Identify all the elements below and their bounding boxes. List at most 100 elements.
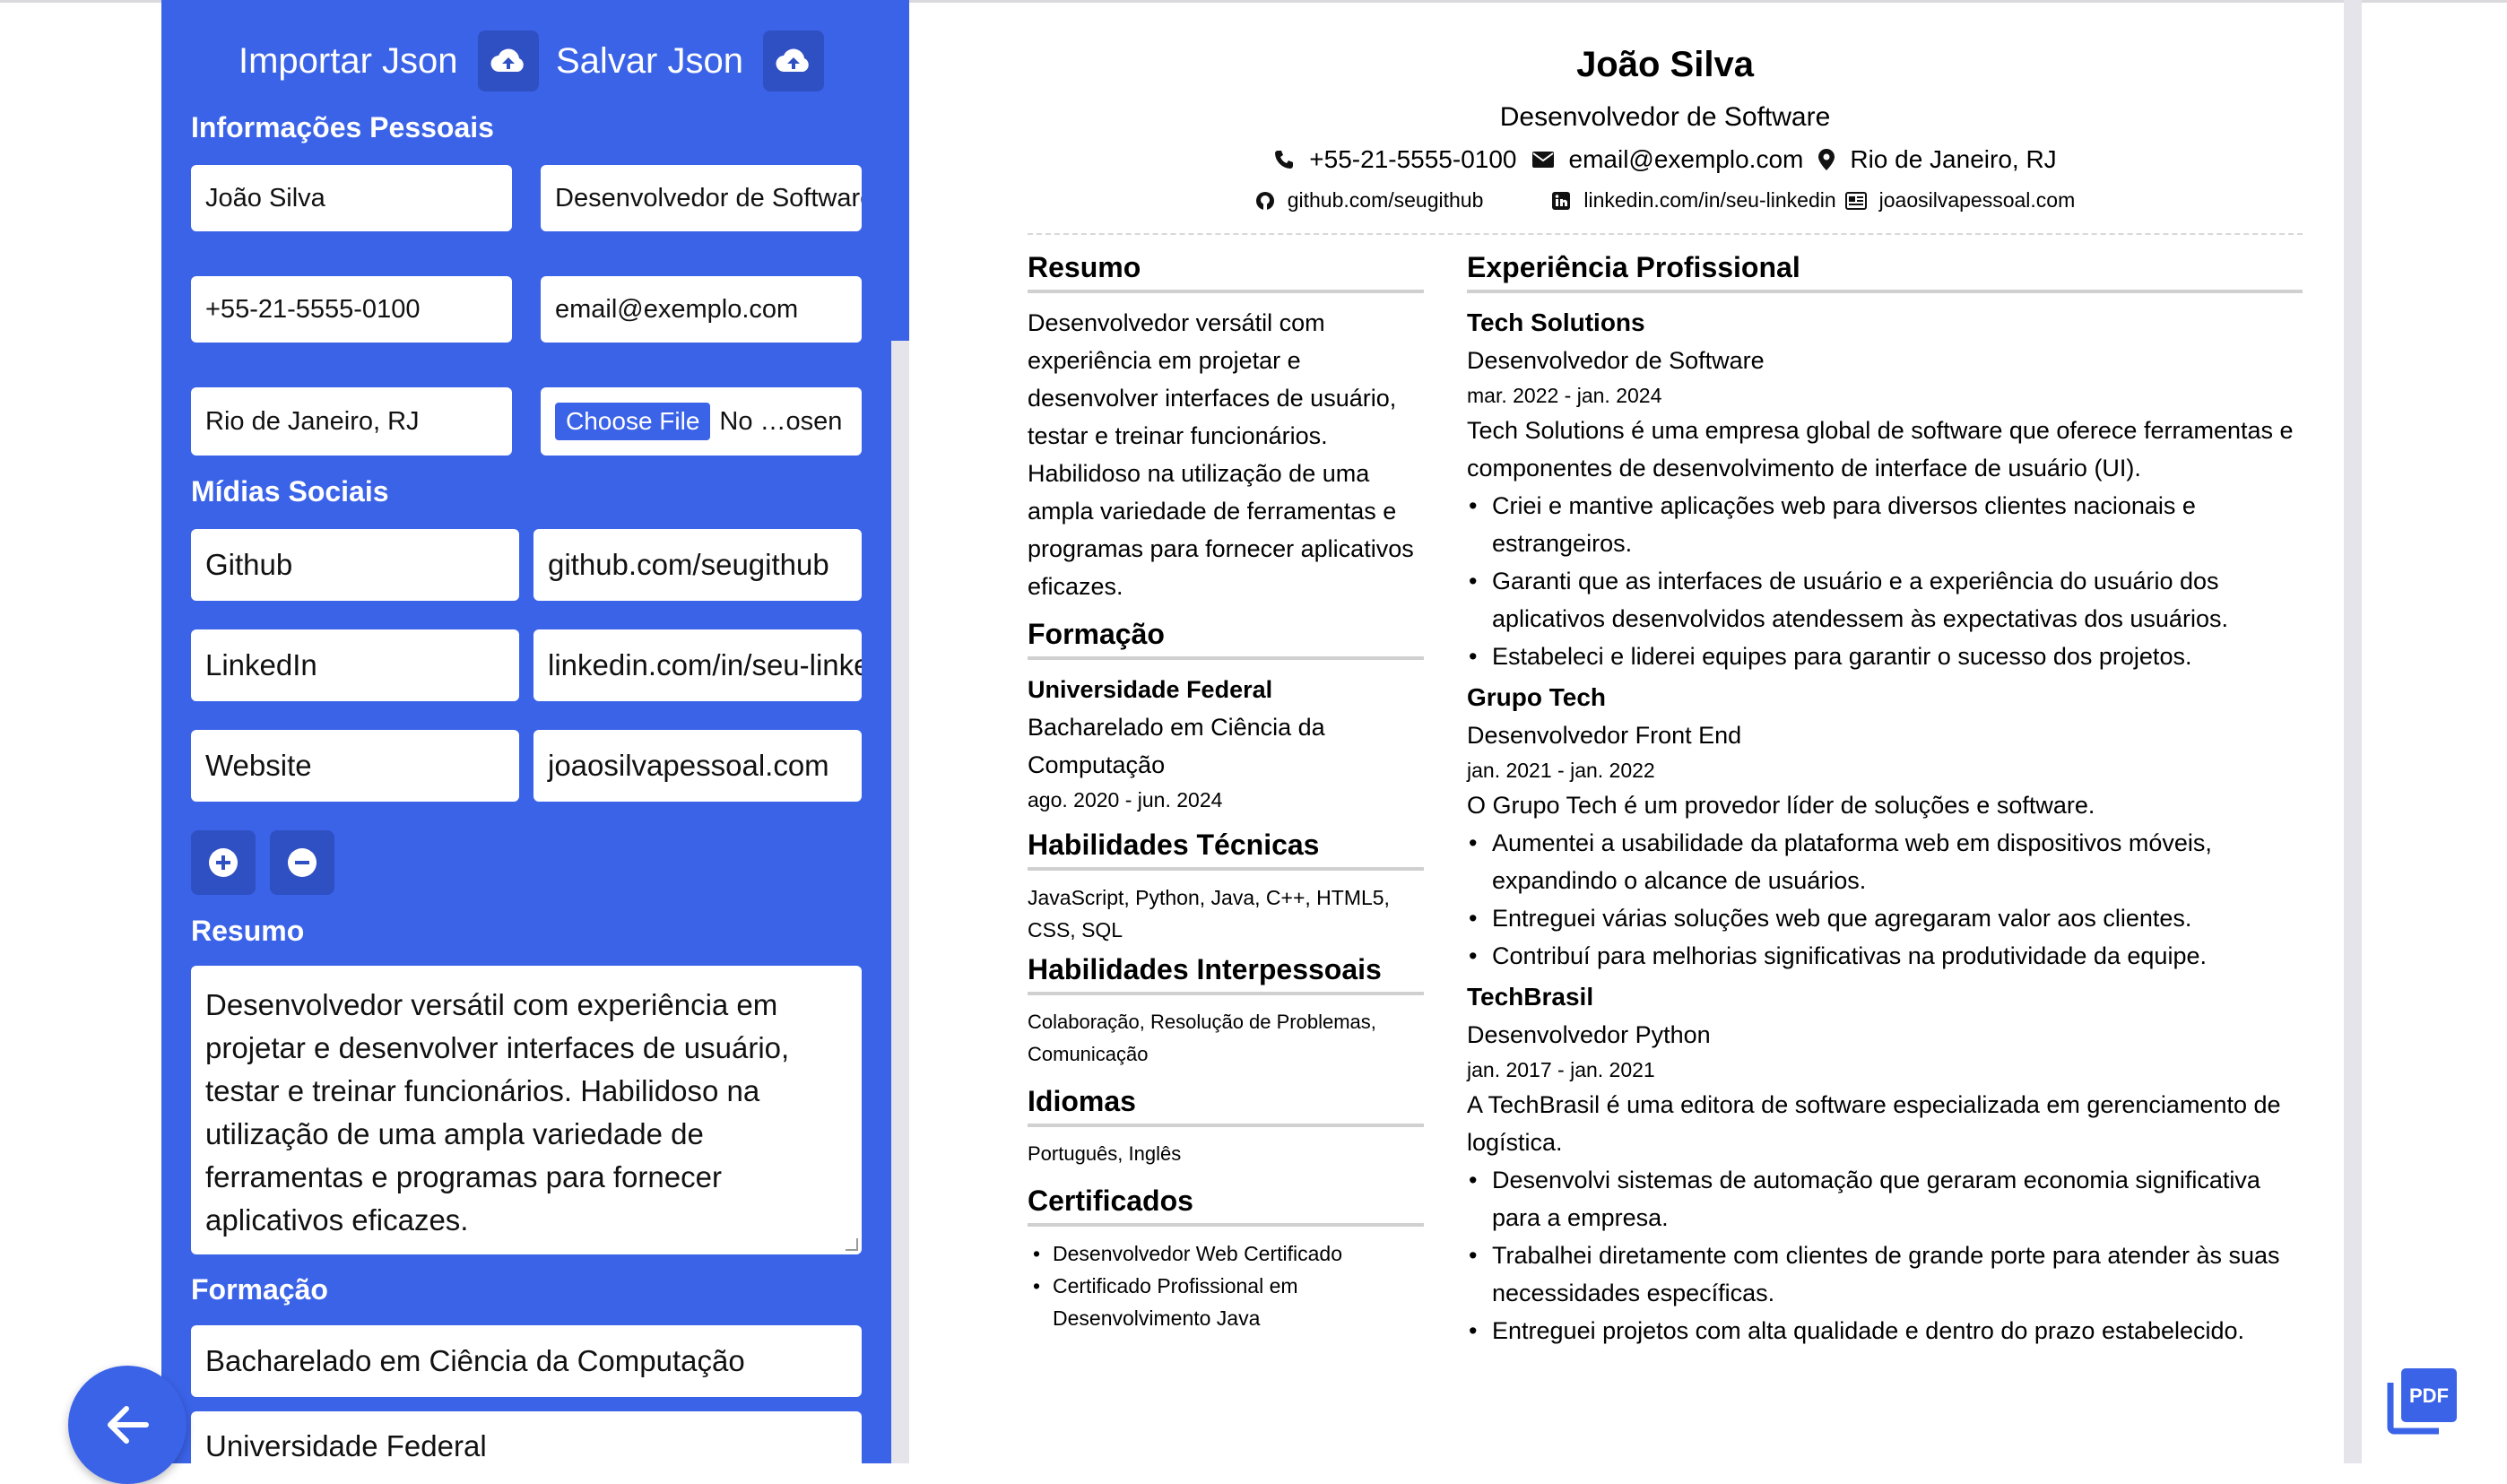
job-bullet: Desenvolvi sistemas de automação que ger…	[1467, 1161, 2303, 1237]
job-bullet: Entreguei várias soluções web que agrega…	[1467, 899, 2303, 937]
education-title: Formação	[1028, 618, 1424, 660]
job-bullet: Aumentei a usabilidade da plataforma web…	[1467, 824, 2303, 899]
job-role: Desenvolvedor de Software	[1467, 347, 1765, 374]
links-line: github.com/seugithub linkedin.com/in/seu…	[1028, 188, 2303, 213]
job-company: Tech Solutions	[1467, 308, 1645, 336]
languages-list: Português, Inglês	[1028, 1142, 1182, 1165]
school-name: Universidade Federal	[1028, 676, 1273, 703]
job-entry: TechBrasil Desenvolvedor Python jan. 201…	[1467, 978, 2303, 1349]
resize-handle[interactable]	[846, 1238, 858, 1251]
job-bullet: Entreguei projetos com alta qualidade e …	[1467, 1312, 2303, 1349]
email-input[interactable]: email@exemplo.com	[541, 276, 862, 343]
personal-info-heading: Informações Pessoais	[191, 111, 494, 143]
job-description: O Grupo Tech é um provedor líder de solu…	[1467, 792, 2095, 819]
social-name-input[interactable]: Github	[191, 529, 519, 601]
certificates-title: Certificados	[1028, 1185, 1424, 1227]
job-bullet: Contribuí para melhorias significativas …	[1467, 937, 2303, 975]
experience-title: Experiência Profissional	[1467, 251, 2303, 293]
photo-file-input[interactable]: Choose File No …osen	[541, 387, 862, 456]
resume-right-column: Experiência Profissional Tech Solutions …	[1467, 251, 2303, 1349]
tech-skills-list: JavaScript, Python, Java, C++, HTML5, CS…	[1028, 886, 1390, 942]
envelope-icon	[1531, 151, 1555, 169]
import-json-button[interactable]: Importar Json	[239, 29, 539, 93]
job-entry: Tech Solutions Desenvolvedor de Software…	[1467, 304, 2303, 675]
summary-heading: Resumo	[191, 915, 305, 947]
export-pdf-button[interactable]: PDF	[2385, 1365, 2460, 1435]
cloud-upload-icon	[477, 30, 539, 91]
job-bullets: Aumentei a usabilidade da plataforma web…	[1467, 824, 2303, 975]
social-media-heading: Mídias Sociais	[191, 475, 389, 508]
job-dates: jan. 2017 - jan. 2021	[1467, 1058, 1655, 1081]
languages-title: Idiomas	[1028, 1085, 1424, 1127]
job-company: TechBrasil	[1467, 983, 1594, 1011]
save-json-label: Salvar Json	[556, 40, 743, 81]
job-entry: Grupo Tech Desenvolvedor Front End jan. …	[1467, 679, 2303, 975]
name-input[interactable]: João Silva	[191, 165, 512, 231]
resume-role: Desenvolvedor de Software	[1499, 102, 1831, 132]
degree-input[interactable]: Bacharelado em Ciência da Computação	[191, 1325, 862, 1397]
pdf-label: PDF	[2409, 1384, 2449, 1407]
summary-text: Desenvolvedor versátil com experiência e…	[205, 988, 790, 1237]
school-input[interactable]: Universidade Federal	[191, 1411, 862, 1483]
website-icon	[1844, 191, 1867, 210]
job-bullet: Criei e mantive aplicações web para dive…	[1467, 487, 2303, 562]
job-description: Tech Solutions é uma empresa global de s…	[1467, 417, 2294, 482]
job-role: Desenvolvedor Front End	[1467, 722, 1742, 749]
social-url-input[interactable]: github.com/seugithub	[533, 529, 862, 601]
certificate-item: Certificado Profissional em Desenvolvime…	[1028, 1270, 1424, 1334]
editor-scrollbar[interactable]	[891, 341, 909, 1463]
github-icon	[1255, 191, 1275, 211]
pdf-icon: PDF	[2387, 1368, 2457, 1435]
education-dates: ago. 2020 - jun. 2024	[1028, 788, 1223, 811]
choose-file-button[interactable]: Choose File	[555, 403, 711, 440]
header-divider	[1028, 233, 2303, 235]
back-button[interactable]	[68, 1366, 187, 1484]
location-input[interactable]: Rio de Janeiro, RJ	[191, 387, 512, 456]
job-dates: jan. 2021 - jan. 2022	[1467, 759, 1655, 782]
social-url-input[interactable]: joaosilvapessoal.com	[533, 730, 862, 802]
linkedin-icon	[1551, 191, 1571, 211]
save-json-button[interactable]: Salvar Json	[556, 29, 824, 93]
remove-social-button[interactable]	[270, 830, 334, 895]
resume-phone: +55-21-5555-0100	[1309, 145, 1517, 173]
job-bullet: Garanti que as interfaces de usuário e a…	[1467, 562, 2303, 638]
summary-title: Resumo	[1028, 251, 1424, 293]
soft-skills-list: Colaboração, Resolução de Problemas, Com…	[1028, 1011, 1376, 1065]
certificate-item: Desenvolvedor Web Certificado	[1028, 1237, 1424, 1270]
resume-left-column: Resumo Desenvolvedor versátil com experi…	[1028, 251, 1424, 1334]
job-dates: mar. 2022 - jan. 2024	[1467, 384, 1662, 407]
job-bullet: Trabalhei diretamente com clientes de gr…	[1467, 1237, 2303, 1312]
map-pin-icon	[1817, 148, 1835, 171]
minus-circle-icon	[288, 848, 317, 877]
phone-icon	[1273, 149, 1295, 170]
social-name-input[interactable]: Website	[191, 730, 519, 802]
add-social-button[interactable]	[191, 830, 256, 895]
summary-textarea[interactable]: Desenvolvedor versátil com experiência e…	[191, 966, 862, 1254]
job-company: Grupo Tech	[1467, 683, 1607, 711]
degree-name: Bacharelado em Ciência da Computação	[1028, 714, 1325, 778]
job-bullets: Criei e mantive aplicações web para dive…	[1467, 487, 2303, 675]
cloud-upload-icon	[762, 30, 824, 91]
social-url-input[interactable]: linkedin.com/in/seu-linkedin	[533, 629, 862, 701]
soft-skills-title: Habilidades Interpessoais	[1028, 953, 1424, 995]
resume-linkedin[interactable]: linkedin.com/in/seu-linkedin	[1583, 188, 1835, 213]
resume-email: email@exemplo.com	[1568, 145, 1804, 173]
resume-github[interactable]: github.com/seugithub	[1288, 188, 1484, 213]
arrow-left-icon	[108, 1406, 149, 1444]
resume-location: Rio de Janeiro, RJ	[1850, 145, 2057, 173]
resume-name: João Silva	[1576, 45, 1754, 84]
file-status-text: No …osen	[719, 406, 843, 436]
tech-skills-title: Habilidades Técnicas	[1028, 829, 1424, 871]
plus-circle-icon	[209, 848, 238, 877]
summary-paragraph: Desenvolvedor versátil com experiência e…	[1028, 309, 1414, 600]
education-heading: Formação	[191, 1273, 328, 1306]
job-bullets: Desenvolvi sistemas de automação que ger…	[1467, 1161, 2303, 1349]
preview-scrollbar[interactable]	[2344, 0, 2362, 1463]
job-role: Desenvolvedor Python	[1467, 1021, 1711, 1048]
phone-input[interactable]: +55-21-5555-0100	[191, 276, 512, 343]
resume-website[interactable]: joaosilvapessoal.com	[1879, 188, 2076, 213]
social-name-input[interactable]: LinkedIn	[191, 629, 519, 701]
job-title-input[interactable]: Desenvolvedor de Software	[541, 165, 862, 231]
job-description: A TechBrasil é uma editora de software e…	[1467, 1091, 2281, 1156]
job-bullet: Estabeleci e liderei equipes para garant…	[1467, 638, 2303, 675]
